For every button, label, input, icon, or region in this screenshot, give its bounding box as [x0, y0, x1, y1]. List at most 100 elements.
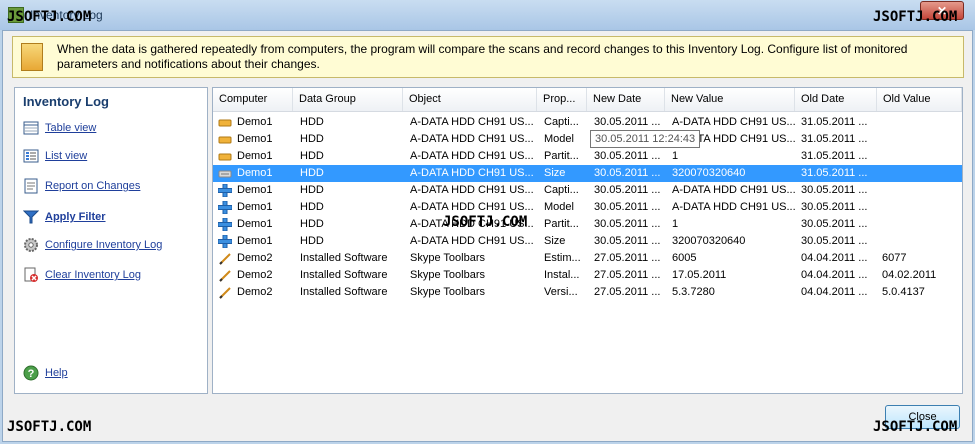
table-cell: A-DATA HDD CH91 US... [672, 201, 796, 213]
column-header-label: Old Date [801, 93, 845, 105]
table-cell: Demo1 [237, 150, 273, 162]
column-header-new-value[interactable]: New Value [665, 88, 795, 111]
table-cell: 6077 [882, 252, 907, 264]
added-icon [218, 184, 232, 197]
table-row[interactable]: Demo1 HDD A-DATA HDD CH91 US... Capti... 30.… [213, 114, 962, 131]
table-cell: Demo2 [237, 286, 273, 298]
table-row[interactable]: Demo2 Installed Software Skype Toolbars Ins… [213, 267, 962, 284]
table-row[interactable]: Demo1 HDD A-DATA HDD CH91 US... Model 30.05.… [213, 131, 962, 148]
table-cell: 320070320640 [672, 167, 746, 179]
table-cell: 30.05.2011 ... [594, 235, 661, 247]
sidebar-item-label: Table view [45, 122, 97, 134]
added-icon [218, 218, 232, 231]
table-cell: HDD [300, 167, 324, 179]
column-header-old-date[interactable]: Old Date [795, 88, 877, 111]
table-row[interactable]: Demo1 HDD A-DATA HDD CH91 US... Capti... 30.… [213, 182, 962, 199]
table-cell: 04.04.2011 ... [801, 252, 868, 264]
table-cell: 30.05.2011 ... [594, 184, 661, 196]
table-cell: HDD [300, 150, 324, 162]
table-cell: HDD [300, 235, 324, 247]
table-row[interactable]: Demo1 HDD A-DATA HDD CH91 US... Size 30.05.2… [213, 233, 962, 250]
sidebar-item-label: List view [45, 150, 88, 162]
table-cell: A-DATA HDD CH91 US... [410, 167, 534, 179]
table-cell: 30.05.2011 ... [594, 150, 661, 162]
column-header-new-date[interactable]: New Date [587, 88, 665, 111]
column-header-label: Computer [219, 93, 268, 105]
changed-icon [218, 136, 232, 144]
table-cell: A-DATA HDD CH91 US... [672, 184, 796, 196]
column-header-label: Data Group [299, 93, 356, 105]
table-cell: Skype Toolbars [410, 252, 486, 264]
column-header-property[interactable]: Prop... [537, 88, 587, 111]
edit-icon [219, 287, 231, 299]
table-cell: 1 [672, 150, 679, 162]
table-cell: Size [544, 167, 566, 179]
table-cell: 5.0.4137 [882, 286, 925, 298]
table-cell: 30.05.2011 ... [594, 116, 661, 128]
table-cell: Demo1 [237, 184, 273, 196]
table-cell: Demo1 [237, 133, 273, 145]
table-cell: 320070320640 [672, 235, 746, 247]
table-cell: Instal... [544, 269, 580, 281]
table-row[interactable]: Demo1 HDD A-DATA HDD CH91 US... Model 30.05.… [213, 199, 962, 216]
table-cell: 27.05.2011 ... [594, 286, 661, 298]
table-row[interactable]: Demo2 Installed Software Skype Toolbars Ver… [213, 284, 962, 301]
sidebar-item-label: Configure Inventory Log [45, 239, 163, 251]
table-cell: 30.05.2011 ... [594, 218, 661, 230]
table-cell: Demo1 [237, 116, 273, 128]
report-icon [24, 178, 38, 194]
inventory-log-table: Computer Data Group Object Prop... New D… [212, 87, 963, 394]
table-cell: 04.02.2011 [882, 269, 937, 281]
table-cell: Skype Toolbars [410, 286, 486, 298]
table-cell: Capti... [544, 116, 579, 128]
table-cell: HDD [300, 218, 324, 230]
filter-icon [23, 210, 39, 224]
gear-icon [24, 238, 38, 252]
column-header-object[interactable]: Object [403, 88, 537, 111]
table-header: Computer Data Group Object Prop... New D… [213, 88, 962, 112]
table-cell: 30.05.2011 ... [594, 167, 661, 179]
table-cell: 30.05.2011 ... [801, 235, 868, 247]
table-cell: Demo1 [237, 167, 273, 179]
changed-icon [218, 119, 232, 127]
table-view-icon [23, 121, 39, 135]
info-bar: When the data is gathered repeatedly fro… [12, 36, 964, 78]
table-row[interactable]: Demo1 HDD A-DATA HDD CH91 US... Partit... 30… [213, 216, 962, 233]
table-row[interactable]: Demo1 HDD A-DATA HDD CH91 US... Size 30.05.2… [213, 165, 962, 182]
sidebar: Inventory Log Table view List view Repor… [14, 87, 208, 394]
table-cell: Installed Software [300, 269, 388, 281]
added-icon [218, 201, 232, 214]
watermark-text: JSOFTJ.COM [873, 419, 958, 435]
table-cell: 6005 [672, 252, 697, 264]
sidebar-title: Inventory Log [23, 94, 109, 109]
clear-log-icon [24, 267, 38, 282]
sidebar-item-label: Report on Changes [45, 180, 141, 192]
table-cell: 04.04.2011 ... [801, 286, 868, 298]
table-cell: A-DATA HDD CH91 US... [410, 201, 534, 213]
column-header-computer[interactable]: Computer [213, 88, 293, 111]
table-cell: 27.05.2011 ... [594, 269, 661, 281]
title-bar: Inventory Log ✕ [0, 0, 975, 30]
column-header-data-group[interactable]: Data Group [293, 88, 403, 111]
edit-icon [219, 253, 231, 265]
table-cell: HDD [300, 201, 324, 213]
removed-icon [218, 170, 232, 178]
table-cell: 31.05.2011 ... [801, 150, 868, 162]
table-cell: Demo2 [237, 252, 273, 264]
table-cell: A-DATA HDD CH91 US... [410, 235, 534, 247]
column-header-label: Old Value [883, 93, 931, 105]
column-header-old-value[interactable]: Old Value [877, 88, 962, 111]
table-cell: Demo2 [237, 269, 273, 281]
table-cell: 30.05.2011 ... [801, 218, 868, 230]
table-cell: 04.04.2011 ... [801, 269, 868, 281]
table-cell: 30.05.2011 ... [801, 184, 868, 196]
sidebar-item-label: Clear Inventory Log [45, 269, 141, 281]
watermark-text: JSOFTJ.COM [873, 9, 958, 25]
table-cell: Size [544, 235, 566, 247]
table-cell: HDD [300, 116, 324, 128]
table-row[interactable]: Demo2 Installed Software Skype Toolbars Est… [213, 250, 962, 267]
folder-info-icon [21, 43, 43, 71]
table-cell: 31.05.2011 ... [801, 133, 868, 145]
table-cell: HDD [300, 184, 324, 196]
table-row[interactable]: Demo1 HDD A-DATA HDD CH91 US... Partit... 30… [213, 148, 962, 165]
